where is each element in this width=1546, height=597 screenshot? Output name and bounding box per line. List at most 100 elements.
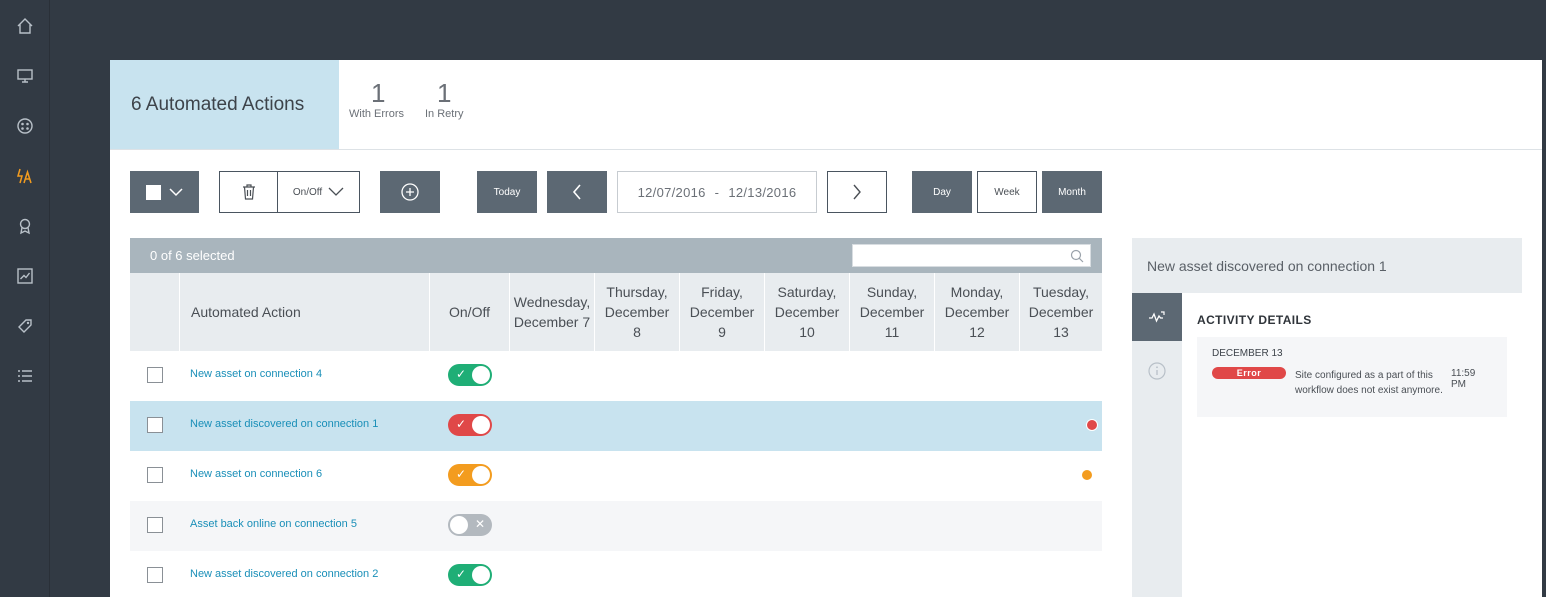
view-week-button[interactable]: Week — [977, 171, 1037, 213]
onoff-toggle[interactable]: ✓ — [448, 364, 492, 386]
header-day-number: 9 — [718, 324, 726, 340]
info-icon — [1148, 362, 1166, 380]
table-row[interactable]: New asset on connection 4 ✓ — [130, 351, 1102, 401]
nav-list[interactable] — [0, 356, 50, 396]
actions-table: 0 of 6 selected Automated Action On/Off … — [130, 238, 1102, 597]
onoff-toggle[interactable]: ✓ — [448, 564, 492, 586]
header-day: Saturday, December 10 — [765, 273, 850, 351]
stat-in-retry[interactable]: 1 In Retry — [425, 78, 464, 120]
toggle-knob — [450, 516, 468, 534]
row-checkbox[interactable] — [147, 567, 163, 583]
onoff-toggle[interactable]: ✓ — [448, 414, 492, 436]
toggle-knob — [472, 466, 490, 484]
tab-activity[interactable] — [1132, 293, 1182, 341]
header-name[interactable]: Automated Action — [180, 273, 430, 351]
nav-monitor[interactable] — [0, 56, 50, 96]
table-body: New asset on connection 4 ✓ New asset di… — [130, 351, 1102, 597]
onoff-dropdown[interactable]: On/Off — [278, 172, 359, 212]
activity-message: Site configured as a part of this workfl… — [1295, 370, 1443, 396]
view-day-button[interactable]: Day — [912, 171, 972, 213]
header-day-weekday: Sunday, — [866, 284, 918, 300]
view-month-button[interactable]: Month — [1042, 171, 1102, 213]
stat-value: 1 — [437, 78, 452, 108]
nav-dashboard[interactable] — [0, 106, 50, 146]
activity-time: 11:59 PM — [1451, 368, 1476, 390]
header-day: Friday, December 9 — [680, 273, 765, 351]
toggle-knob — [472, 416, 490, 434]
monitor-icon — [17, 69, 33, 83]
next-button[interactable] — [827, 171, 887, 213]
header-onoff[interactable]: On/Off — [430, 273, 510, 351]
status-dot-error[interactable] — [1086, 419, 1098, 431]
row-checkbox[interactable] — [147, 417, 163, 433]
panel-title: New asset discovered on connection 1 — [1132, 238, 1522, 293]
header-day-weekday: Thursday, — [606, 284, 668, 300]
header-day-number: 10 — [799, 324, 815, 340]
header-day-month: December — [604, 304, 670, 320]
action-name-link[interactable]: New asset discovered on connection 2 — [190, 568, 378, 580]
page-title: 6 Automated Actions — [131, 93, 305, 115]
action-name-link[interactable]: New asset on connection 4 — [190, 368, 322, 380]
today-button[interactable]: Today — [477, 171, 537, 213]
header-checkbox-col — [130, 273, 180, 351]
top-bar — [50, 0, 1546, 60]
list-icon — [18, 370, 32, 382]
status-badge: Error — [1212, 367, 1286, 379]
nav-tags[interactable] — [0, 306, 50, 346]
select-all-dropdown[interactable] — [130, 171, 199, 213]
header-day-weekday: Tuesday, — [1032, 284, 1090, 300]
add-button[interactable] — [380, 171, 440, 213]
search-input[interactable] — [852, 244, 1091, 267]
onoff-label: On/Off — [292, 186, 323, 198]
table-row[interactable]: Asset back online on connection 5 ✕ — [130, 501, 1102, 551]
row-checkbox[interactable] — [147, 467, 163, 483]
activity-heading: ACTIVITY DETAILS — [1197, 313, 1312, 327]
nav-reports[interactable] — [0, 256, 50, 296]
table-row[interactable]: New asset discovered on connection 1 ✓ — [130, 401, 1102, 451]
header-day-number: 12 — [969, 324, 985, 340]
header-day-weekday: Monday, — [950, 284, 1004, 300]
bulk-actions-group: On/Off — [219, 171, 360, 213]
header-day-month: December — [689, 304, 755, 320]
date-range[interactable]: 12/07/2016 - 12/13/2016 — [617, 171, 817, 213]
prev-button[interactable] — [547, 171, 607, 213]
main-content: 6 Automated Actions 1 With Errors 1 In R… — [110, 60, 1542, 597]
left-nav — [0, 0, 50, 597]
header-day-weekday: Saturday, — [777, 284, 837, 300]
toggle-knob — [472, 566, 490, 584]
chevron-down-icon — [328, 187, 344, 196]
tab-info[interactable] — [1132, 347, 1182, 395]
action-name-link[interactable]: New asset on connection 6 — [190, 468, 322, 480]
scrollbar[interactable] — [1542, 60, 1546, 597]
stat-with-errors[interactable]: 1 With Errors — [349, 78, 404, 120]
nav-home[interactable] — [0, 6, 50, 46]
header-day: Thursday, December 8 — [595, 273, 680, 351]
detail-panel: New asset discovered on connection 1 ACT… — [1132, 238, 1522, 597]
nav-award[interactable] — [0, 206, 50, 246]
nav-automation[interactable] — [0, 156, 50, 196]
row-checkbox[interactable] — [147, 367, 163, 383]
selection-count: 0 of 6 selected — [150, 248, 235, 263]
table-row[interactable]: New asset on connection 6 ✓ — [130, 451, 1102, 501]
table-row[interactable]: New asset discovered on connection 2 ✓ — [130, 551, 1102, 597]
delete-button[interactable] — [220, 172, 278, 212]
row-checkbox[interactable] — [147, 517, 163, 533]
activity-entry: DECEMBER 13 Error Site configured as a p… — [1197, 337, 1507, 417]
onoff-toggle[interactable]: ✓ — [448, 464, 492, 486]
summary-box: 6 Automated Actions — [110, 60, 339, 149]
activity-date: DECEMBER 13 — [1212, 348, 1283, 359]
status-dot-warning[interactable] — [1081, 469, 1093, 481]
header-day-month: December — [1028, 304, 1094, 320]
chevron-left-icon — [572, 184, 581, 200]
action-name-link[interactable]: Asset back online on connection 5 — [190, 518, 357, 530]
activity-details: ACTIVITY DETAILS DECEMBER 13 Error Site … — [1182, 293, 1522, 597]
header-day-month: December — [859, 304, 925, 320]
stat-label: With Errors — [349, 108, 404, 120]
action-name-link[interactable]: New asset discovered on connection 1 — [190, 418, 378, 430]
onoff-toggle[interactable]: ✕ — [448, 514, 492, 536]
date-end: 12/13/2016 — [728, 184, 797, 200]
header-day-date: December 7 — [513, 314, 591, 330]
chevron-down-icon — [169, 187, 183, 196]
header-day: Wednesday, December 7 — [510, 273, 595, 351]
check-icon: ✓ — [456, 567, 467, 581]
